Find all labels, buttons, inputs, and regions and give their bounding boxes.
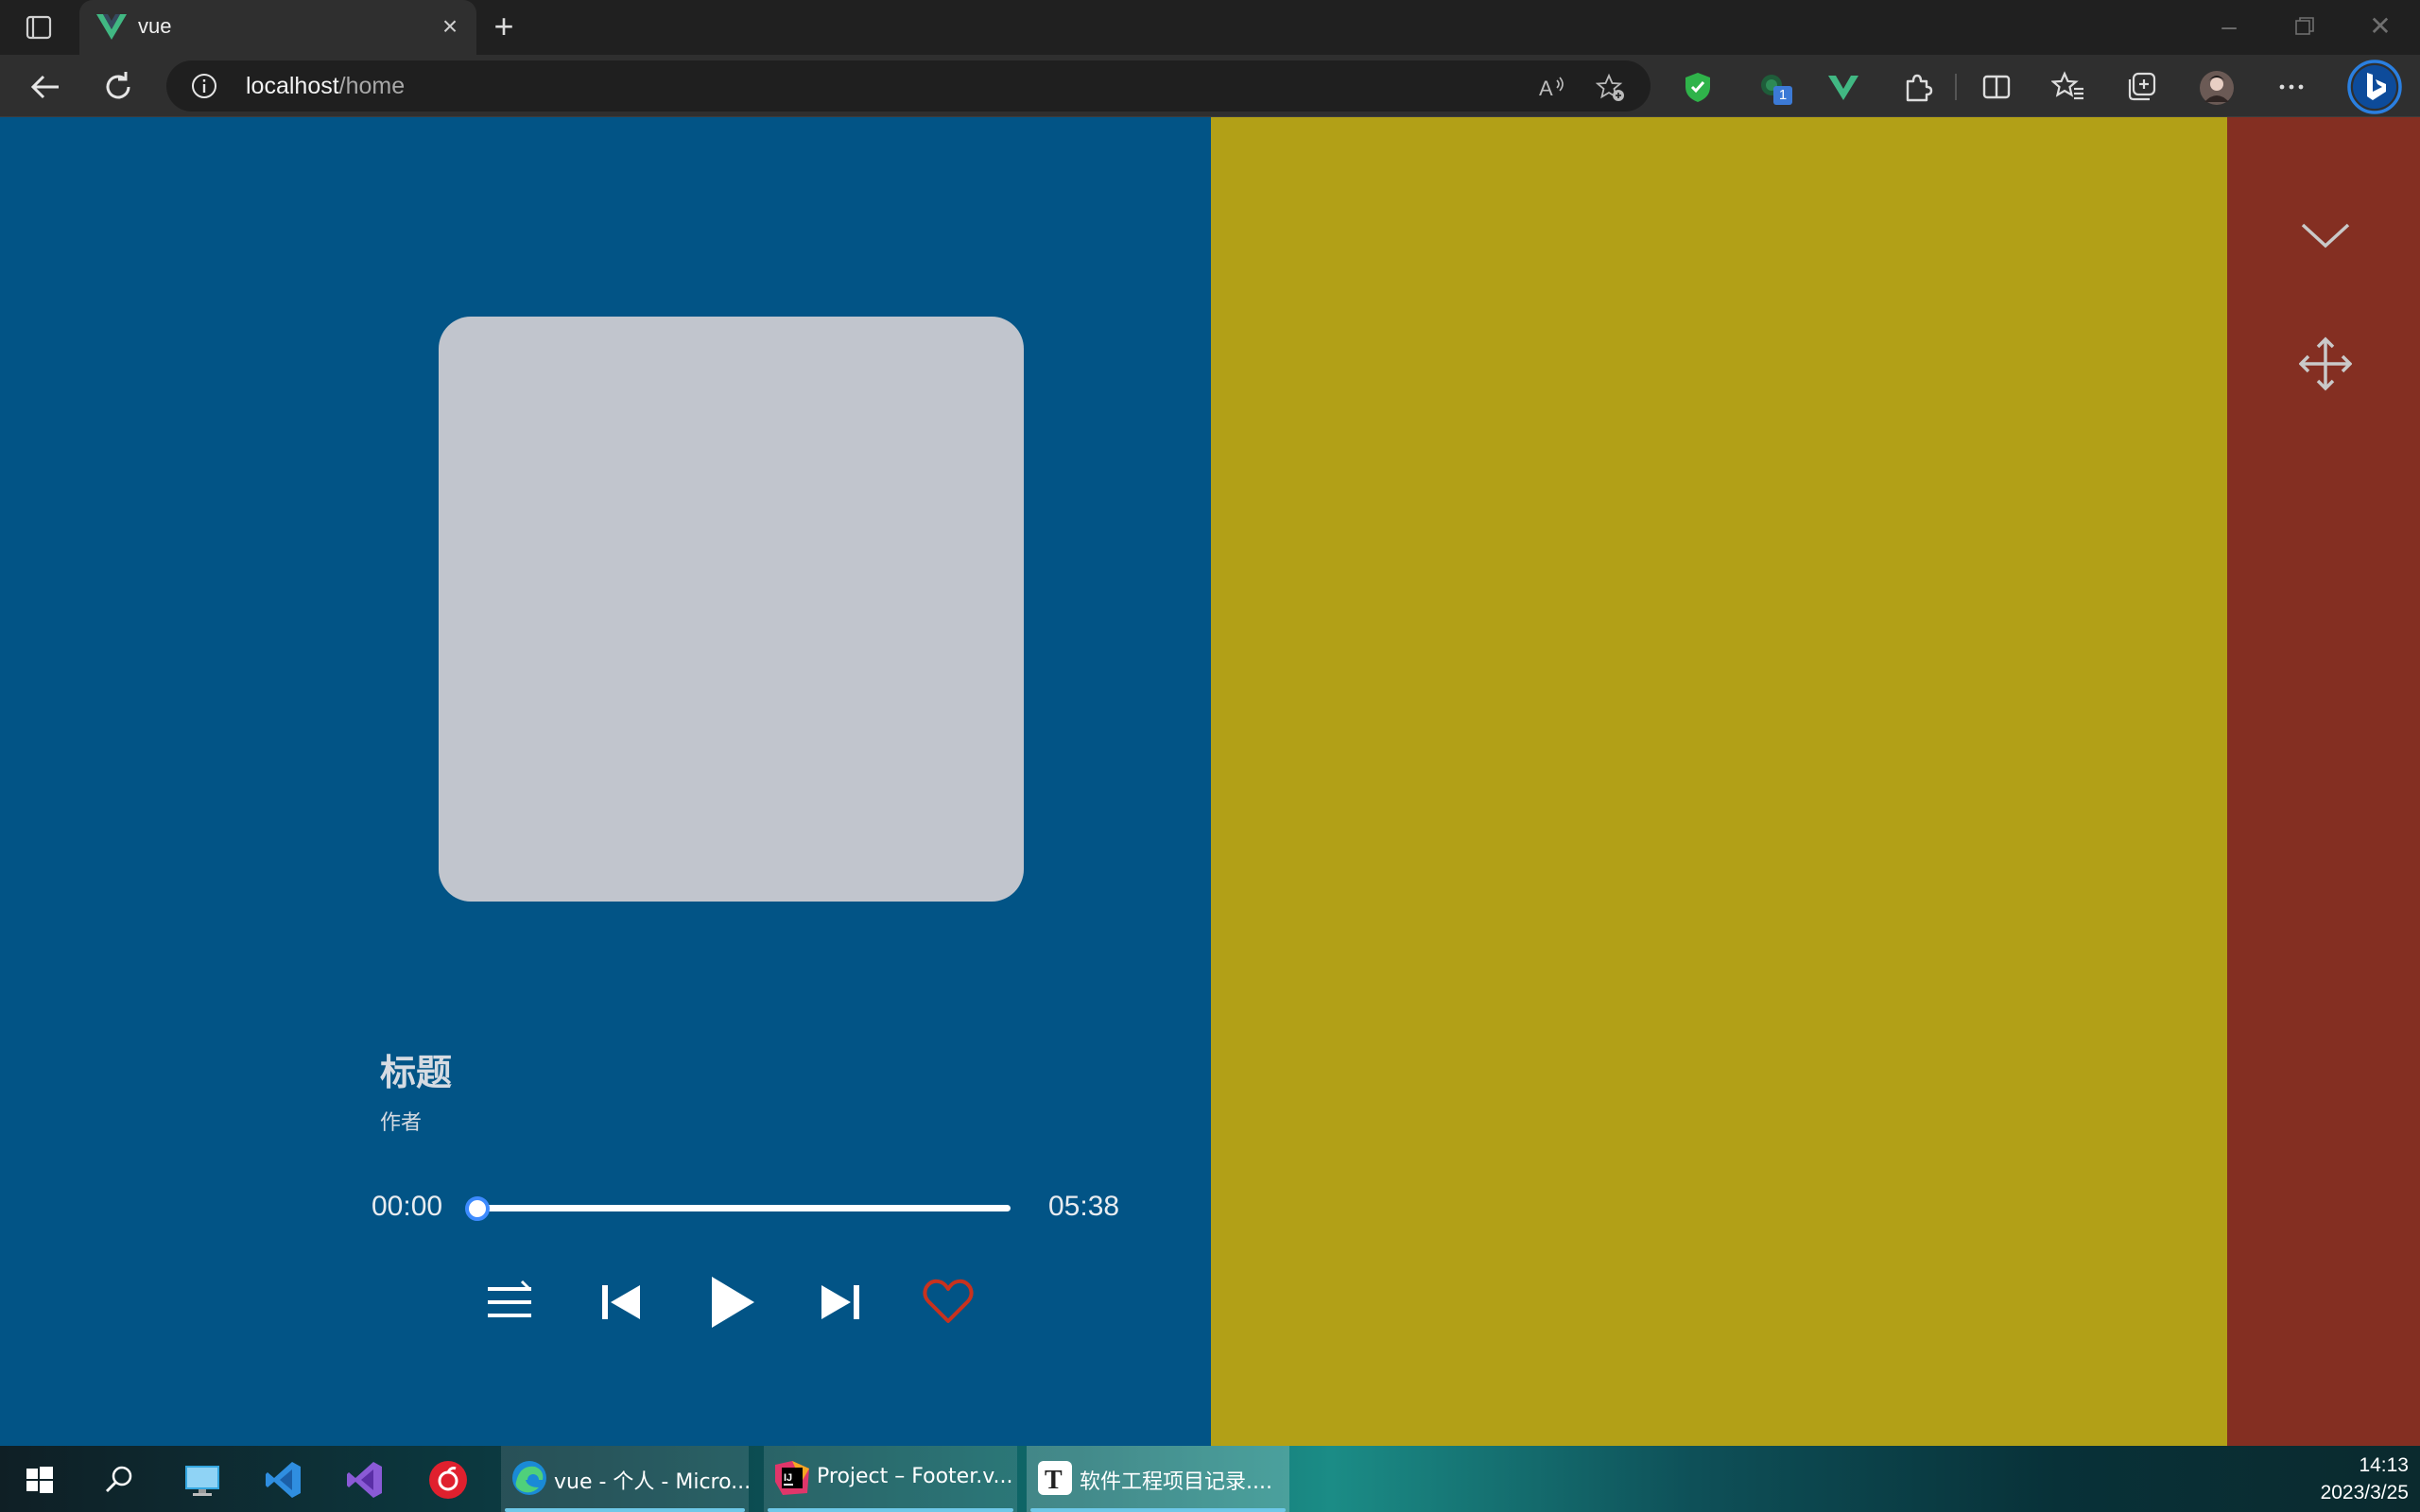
- vscode-icon[interactable]: [263, 1459, 304, 1501]
- site-info-icon[interactable]: [191, 73, 217, 99]
- chevron-down-icon: [2301, 223, 2350, 249]
- active-indicator: [768, 1508, 1013, 1512]
- taskbar-app-label: Project – Footer.v...: [817, 1465, 1013, 1488]
- close-tab-icon[interactable]: ×: [437, 13, 463, 40]
- new-tab-button[interactable]: +: [486, 9, 522, 45]
- add-favorite-icon[interactable]: [1595, 73, 1624, 101]
- edge-browser-icon: [510, 1459, 548, 1497]
- taskbar-app-typora[interactable]: T 软件工程项目记录....: [1027, 1446, 1289, 1512]
- total-time: 05:38: [1048, 1191, 1120, 1222]
- svg-text:A: A: [1539, 77, 1553, 100]
- shield-extension-icon[interactable]: [1681, 70, 1715, 104]
- vue-logo-icon: [96, 12, 127, 41]
- extensions-puzzle-icon[interactable]: [1900, 70, 1934, 104]
- next-icon: [821, 1285, 859, 1319]
- address-url: localhost/home: [246, 73, 405, 100]
- collapse-chevron-button[interactable]: [2299, 210, 2352, 263]
- tab-actions-icon[interactable]: [21, 15, 59, 40]
- browser-tab-bar: vue × + – ✕: [0, 0, 2420, 55]
- previous-button[interactable]: [597, 1274, 645, 1331]
- taskbar-app-edge[interactable]: vue - 个人 - Micro...: [501, 1446, 752, 1512]
- intellij-icon: IJ: [773, 1459, 811, 1497]
- current-time: 00:00: [372, 1191, 443, 1222]
- profile-avatar[interactable]: [2199, 70, 2234, 105]
- back-arrow-icon[interactable]: [25, 66, 66, 108]
- typora-icon: T: [1036, 1459, 1074, 1497]
- playlist-icon: [488, 1280, 531, 1317]
- close-window-icon[interactable]: ✕: [2361, 9, 2399, 43]
- toolbar-separator: [1955, 74, 1957, 100]
- windows-start-icon[interactable]: [19, 1459, 60, 1501]
- vue-devtools-icon[interactable]: [1826, 70, 1860, 104]
- play-button[interactable]: [705, 1274, 760, 1331]
- netease-music-icon[interactable]: [427, 1459, 469, 1501]
- minimize-icon[interactable]: –: [2210, 9, 2248, 43]
- system-clock[interactable]: 14:13 2023/3/25: [2321, 1452, 2409, 1506]
- taskbar-app-label: vue - 个人 - Micro...: [554, 1470, 752, 1494]
- address-bar[interactable]: localhost/home A: [166, 60, 1651, 112]
- read-aloud-icon[interactable]: A: [1537, 73, 1565, 101]
- more-options-icon[interactable]: [2274, 70, 2308, 104]
- side-panel: [2227, 117, 2420, 1446]
- song-title: 标题: [380, 1052, 453, 1093]
- clock-date: 2023/3/25: [2320, 1482, 2409, 1503]
- progress-bar[interactable]: [465, 1196, 1011, 1221]
- play-icon: [712, 1277, 754, 1328]
- album-cover: [439, 317, 1024, 902]
- favorites-icon[interactable]: [2050, 70, 2085, 104]
- taskbar: vue - 个人 - Micro... IJ Project – Footer.…: [0, 1446, 2420, 1512]
- song-artist: 作者: [380, 1111, 423, 1135]
- visual-studio-icon[interactable]: [344, 1459, 386, 1501]
- move-arrows-icon: [2298, 336, 2353, 391]
- extension-badge: 1: [1773, 86, 1792, 105]
- svg-text:T: T: [1045, 1466, 1063, 1495]
- favorite-button[interactable]: [921, 1274, 976, 1331]
- taskbar-app-intellij[interactable]: IJ Project – Footer.v...: [764, 1446, 1017, 1512]
- heart-icon: [923, 1279, 974, 1323]
- desktop-icon[interactable]: [182, 1459, 223, 1501]
- progress-handle[interactable]: [465, 1196, 490, 1221]
- bing-copilot-icon[interactable]: [2346, 59, 2403, 115]
- taskbar-app-label: 软件工程项目记录....: [1080, 1470, 1272, 1494]
- playlist-button[interactable]: [484, 1274, 535, 1331]
- address-host: localhost: [246, 73, 339, 99]
- previous-icon: [602, 1285, 640, 1319]
- search-icon[interactable]: [98, 1459, 140, 1501]
- active-indicator: [505, 1508, 745, 1512]
- browser-toolbar: localhost/home A: [0, 55, 2420, 117]
- refresh-icon[interactable]: [97, 66, 139, 108]
- browser-tab[interactable]: vue ×: [79, 0, 476, 55]
- active-indicator: [1030, 1508, 1286, 1512]
- tab-title: vue: [138, 14, 172, 38]
- clock-time: 14:13: [2359, 1454, 2409, 1476]
- address-path: /home: [338, 73, 406, 99]
- svg-text:IJ: IJ: [784, 1472, 792, 1484]
- move-handle-button[interactable]: [2298, 335, 2353, 392]
- split-screen-icon[interactable]: [1979, 70, 2014, 104]
- content-panel: [1211, 117, 2227, 1446]
- next-button[interactable]: [817, 1274, 864, 1331]
- collections-icon[interactable]: [2125, 70, 2159, 104]
- restore-icon[interactable]: [2286, 9, 2324, 43]
